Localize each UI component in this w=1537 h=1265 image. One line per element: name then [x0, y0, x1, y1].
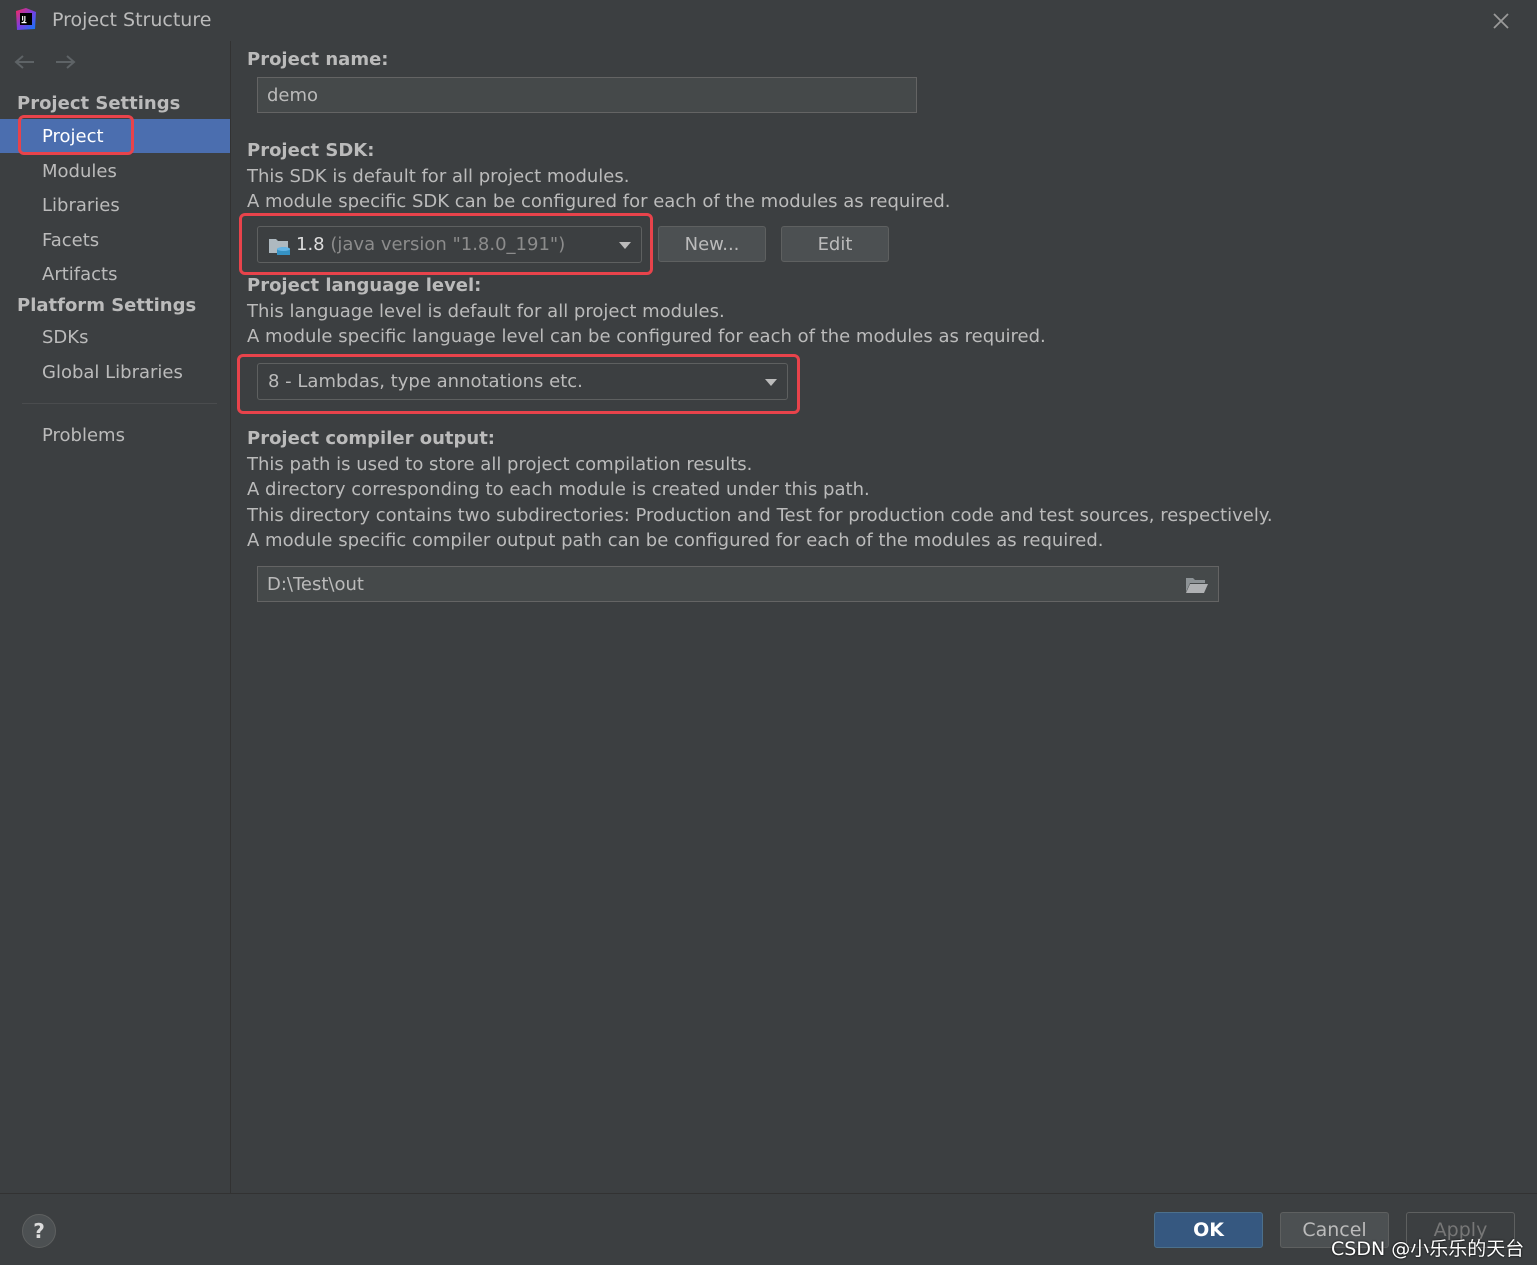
arrow-right-icon	[56, 55, 76, 69]
compiler-output-path-field[interactable]: D:\Test\out	[257, 566, 1219, 602]
title-bar: IJ Project Structure	[0, 0, 1537, 41]
sidebar-item-sdks[interactable]: SDKs	[0, 320, 230, 354]
compiler-output-description-1: This path is used to store all project c…	[247, 454, 753, 475]
project-sdk-dropdown[interactable]: 1.8 (java version "1.8.0_191")	[257, 226, 642, 263]
sdk-version-detail: (java version "1.8.0_191")	[330, 234, 566, 255]
sidebar-item-modules[interactable]: Modules	[0, 154, 230, 188]
arrow-left-icon	[14, 55, 34, 69]
new-sdk-button[interactable]: New...	[658, 226, 766, 262]
language-level-description-1: This language level is default for all p…	[247, 301, 725, 322]
sdk-version: 1.8	[296, 234, 325, 255]
compiler-output-label: Project compiler output:	[247, 428, 496, 449]
edit-sdk-button[interactable]: Edit	[781, 226, 889, 262]
language-level-description-2: A module specific language level can be …	[247, 326, 1046, 347]
sidebar-item-label: SDKs	[42, 326, 89, 348]
svg-text:IJ: IJ	[22, 16, 26, 23]
ok-button[interactable]: OK	[1154, 1212, 1263, 1248]
help-button[interactable]: ?	[22, 1214, 56, 1248]
back-button[interactable]	[12, 51, 38, 73]
sidebar-item-label: Libraries	[42, 194, 120, 216]
project-name-label: Project name:	[247, 49, 389, 70]
compiler-output-description-4: A module specific compiler output path c…	[247, 530, 1104, 551]
sidebar-item-artifacts[interactable]: Artifacts	[0, 257, 230, 291]
apply-button[interactable]: Apply	[1406, 1212, 1515, 1248]
forward-button[interactable]	[52, 51, 78, 73]
sidebar-item-label: Facets	[42, 229, 100, 251]
sidebar: Project Settings Project Modules Librari…	[0, 41, 231, 1193]
sidebar-item-libraries[interactable]: Libraries	[0, 188, 230, 222]
project-settings-panel: Project name: Project SDK: This SDK is d…	[231, 41, 1537, 1193]
language-level-value: 8 - Lambdas, type annotations etc.	[268, 371, 583, 392]
navigation-arrows	[12, 51, 78, 73]
project-name-input[interactable]	[257, 77, 917, 113]
sidebar-item-project[interactable]: Project	[0, 119, 230, 153]
dialog-footer: ? OK Cancel Apply CSDN @小乐乐的天台	[0, 1193, 1537, 1265]
cancel-button[interactable]: Cancel	[1280, 1212, 1389, 1248]
compiler-output-description-3: This directory contains two subdirectori…	[247, 505, 1273, 526]
project-sdk-description-1: This SDK is default for all project modu…	[247, 166, 630, 187]
folder-open-icon[interactable]	[1185, 576, 1209, 594]
project-structure-dialog: IJ Project Structure Project Settings Pr…	[0, 0, 1537, 1265]
language-level-label: Project language level:	[247, 275, 482, 296]
sidebar-item-label: Project	[42, 125, 104, 147]
close-icon	[1493, 13, 1509, 29]
sidebar-item-label: Artifacts	[42, 263, 118, 285]
sidebar-item-label: Global Libraries	[42, 361, 183, 383]
project-settings-header: Project Settings	[17, 93, 181, 114]
chevron-down-icon	[765, 378, 777, 386]
sidebar-item-global-libraries[interactable]: Global Libraries	[0, 355, 230, 389]
platform-settings-header: Platform Settings	[17, 295, 197, 316]
project-sdk-label: Project SDK:	[247, 140, 375, 161]
jdk-folder-icon	[269, 239, 290, 255]
compiler-output-description-2: A directory corresponding to each module…	[247, 479, 870, 500]
close-button[interactable]	[1486, 6, 1516, 36]
sidebar-item-facets[interactable]: Facets	[0, 223, 230, 257]
sidebar-item-problems[interactable]: Problems	[0, 418, 230, 452]
sidebar-item-label: Problems	[42, 424, 125, 446]
window-title: Project Structure	[52, 9, 212, 31]
chevron-down-icon	[619, 241, 631, 249]
intellij-idea-icon: IJ	[16, 8, 36, 30]
language-level-dropdown[interactable]: 8 - Lambdas, type annotations etc.	[257, 363, 788, 400]
sidebar-item-label: Modules	[42, 160, 117, 182]
project-sdk-description-2: A module specific SDK can be configured …	[247, 191, 951, 212]
sidebar-divider	[22, 403, 217, 404]
compiler-output-path: D:\Test\out	[267, 573, 364, 595]
